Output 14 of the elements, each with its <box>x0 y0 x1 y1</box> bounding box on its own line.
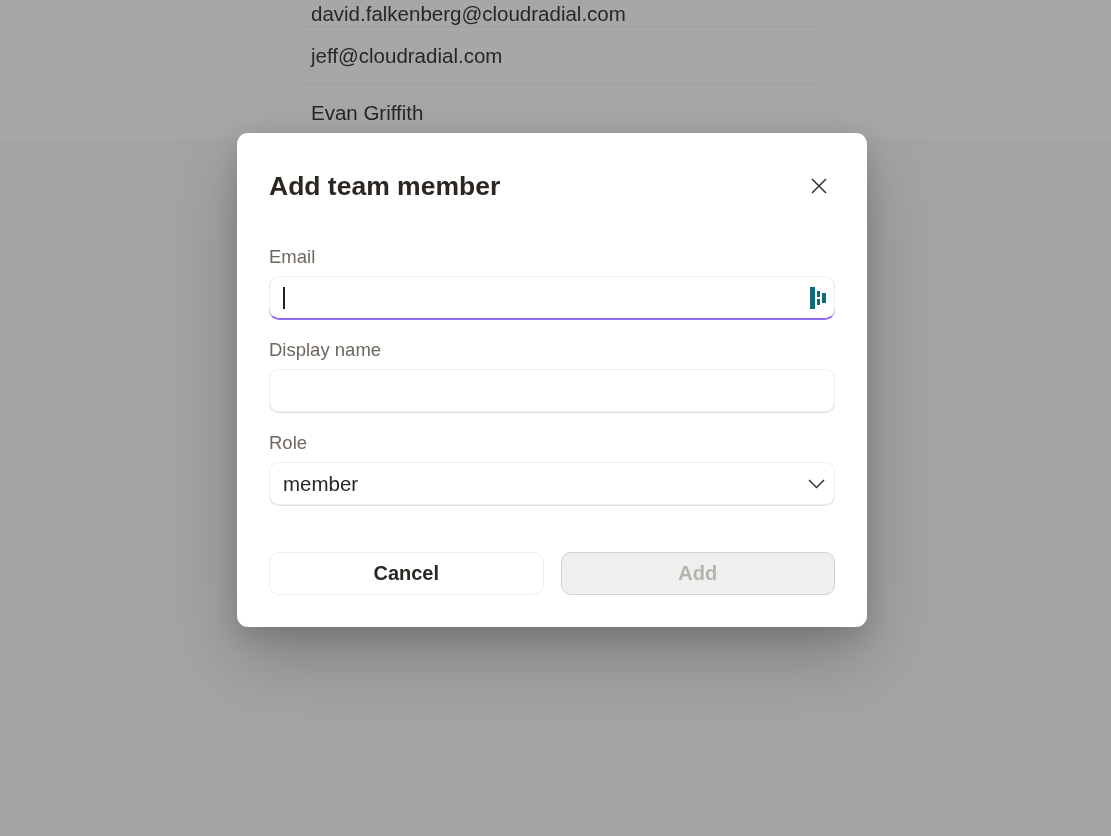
cancel-button[interactable]: Cancel <box>269 552 544 595</box>
close-icon <box>811 178 827 194</box>
field-label: Role <box>269 432 308 454</box>
dialog-title: Add team member <box>269 170 501 202</box>
list-item-text: david.falkenberg@cloudradial.com <box>311 1 626 25</box>
list-item-text: jeff@cloudradial.com <box>311 43 503 67</box>
select-field[interactable]: member <box>269 462 835 505</box>
bars-icon <box>810 286 826 309</box>
input-field[interactable] <box>269 369 835 412</box>
field-label: Display name <box>269 339 382 361</box>
field-label: Email <box>269 246 316 268</box>
input-field[interactable] <box>269 276 835 319</box>
list-item-text: Evan Griffith <box>311 100 424 124</box>
chevron-down-icon <box>808 478 825 489</box>
